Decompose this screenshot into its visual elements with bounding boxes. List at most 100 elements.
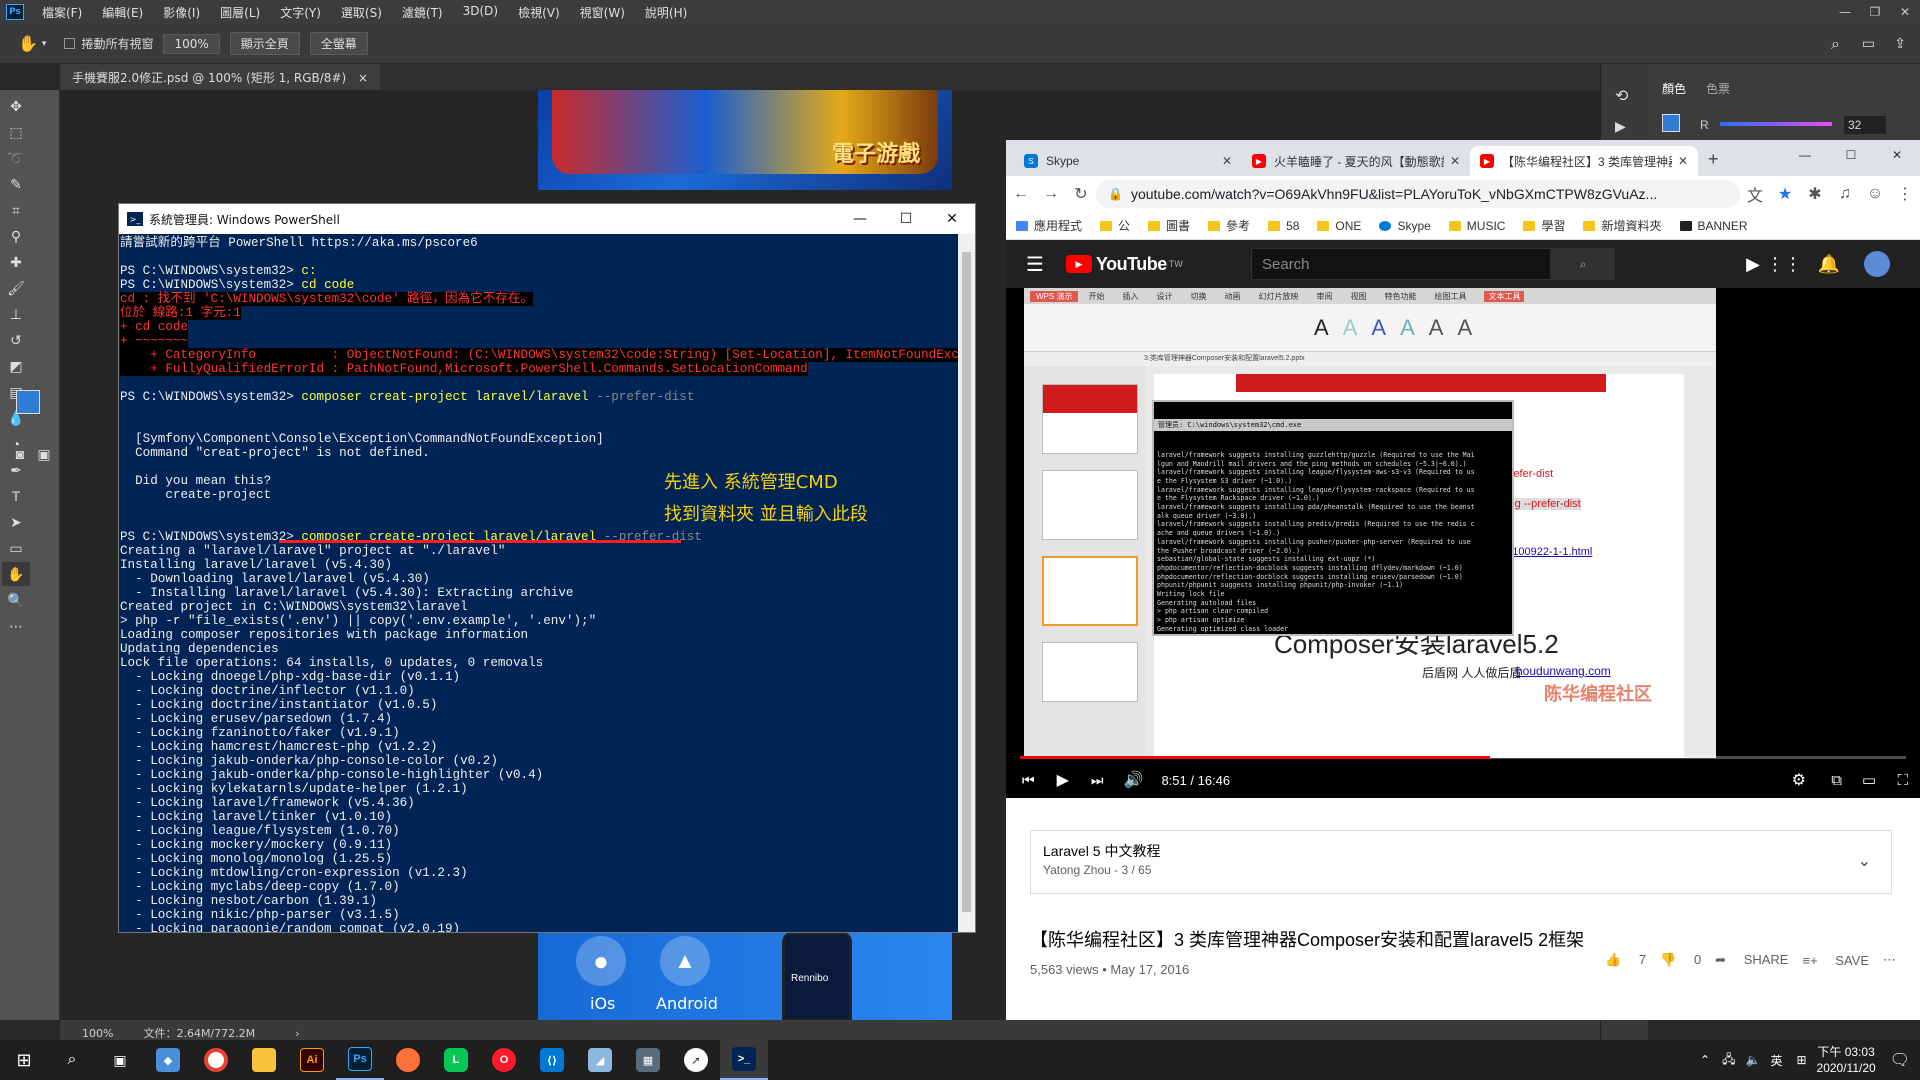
taskbar-app[interactable]: ◆ [144,1040,192,1080]
taskbar-vscode[interactable]: ⟨⟩ [528,1040,576,1080]
bookmark-item[interactable]: 58 [1268,219,1299,233]
volume-icon[interactable]: 🔈 [1745,1053,1760,1067]
bookmark-item[interactable]: 新增資料夾 [1583,217,1662,234]
close-icon[interactable]: ✕ [1874,140,1920,170]
minimize-icon[interactable]: — [1830,0,1860,24]
taskbar-illustrator[interactable]: Ai [288,1040,336,1080]
type-tool-icon[interactable]: T [2,484,30,508]
menu-item[interactable]: 編輯(E) [92,4,153,21]
ime-indicator[interactable]: 英 [1770,1052,1782,1069]
zoom-tool-icon[interactable]: 🔍 [2,588,30,612]
chevron-up-icon[interactable]: ⌃ [1700,1053,1710,1067]
media-icon[interactable]: ♫ [1830,185,1860,203]
taskbar-safari[interactable]: ➚ [672,1040,720,1080]
menu-item[interactable]: 檔案(F) [32,4,92,21]
new-tab-button[interactable]: + [1708,149,1719,170]
powershell-console[interactable]: 請嘗試新的跨平台 PowerShell https://aka.ms/pscor… [119,234,959,932]
play-icon[interactable]: ▶ [1057,770,1069,790]
save-button[interactable]: ≡+ SAVE [1802,953,1869,968]
chevron-down-icon[interactable]: ▾ [42,39,47,49]
start-button[interactable]: ⊞ [0,1040,48,1080]
forward-icon[interactable]: → [1036,185,1066,203]
shape-tool-icon[interactable]: ▭ [2,536,30,560]
lock-icon[interactable]: 🔒 [1108,187,1123,201]
bookmark-item[interactable]: BANNER [1679,219,1748,233]
actions-panel-icon[interactable]: ▶ [1615,118,1626,135]
zoom-100-button[interactable]: 100% [163,33,220,54]
youtube-search-button[interactable]: ⌕ [1551,248,1615,280]
marquee-tool-icon[interactable]: ⬚ [2,120,30,144]
address-bar[interactable]: 🔒 youtube.com/watch?v=O69AkVhn9FU&list=P… [1096,180,1740,208]
history-brush-icon[interactable]: ↺ [2,328,30,352]
taskbar-line[interactable]: L [432,1040,480,1080]
extensions-icon[interactable]: ✱ [1800,184,1830,204]
youtube-search-input[interactable]: Search [1251,248,1551,280]
theater-mode-icon[interactable]: ▭ [1862,771,1876,789]
like-button[interactable]: 👍 7 [1605,952,1646,968]
close-icon[interactable]: ✕ [929,211,975,227]
bookmark-item[interactable]: MUSIC [1448,219,1505,233]
powershell-titlebar[interactable]: >_ 系統管理員: Windows PowerShell — ☐ ✕ [119,204,975,234]
more-tools-icon[interactable]: ⋯ [2,614,30,638]
foreground-color-swatch[interactable] [16,390,40,414]
hand-tool-icon[interactable]: ✋ [18,34,38,53]
browser-tab[interactable]: S Skype ✕ [1014,146,1242,176]
maximize-icon[interactable]: ☐ [883,211,929,227]
taskbar-calculator[interactable]: ▦ [624,1040,672,1080]
eraser-icon[interactable]: ◩ [2,354,30,378]
settings-gear-icon[interactable]: ⚙ [1792,770,1806,790]
photoshop-logo-icon[interactable]: Ps [6,4,24,20]
taskbar-app[interactable]: ◢ [576,1040,624,1080]
scroll-all-checkbox[interactable] [64,38,76,49]
translate-icon[interactable]: 文 [1740,182,1770,206]
menu-item[interactable]: 選取(S) [331,4,392,21]
bookmark-item[interactable]: 學習 [1523,217,1565,234]
apps-grid-icon[interactable]: ⋮⋮ [1766,254,1802,275]
fit-screen-button[interactable]: 顯示全頁 [229,32,300,55]
restore-icon[interactable]: ❐ [1860,0,1890,24]
chevron-down-icon[interactable]: ⌄ [1858,851,1871,871]
clock[interactable]: 下午 03:03 2020/11/20 [1817,1044,1876,1076]
tab-close-icon[interactable]: ✕ [1678,154,1688,168]
video-player[interactable]: WPS 演示 开始 插入 设计 切换 动画 幻灯片放映 审阅 视图 特色功能 绘图工具 文本工具 A… [1006,288,1920,798]
menu-item[interactable]: 影像(I) [153,4,210,21]
healing-icon[interactable]: ✚ [2,250,30,274]
chevron-right-icon[interactable]: › [295,1027,299,1040]
taskbar-chrome[interactable] [192,1040,240,1080]
minimize-icon[interactable]: — [1782,140,1828,170]
close-icon[interactable]: × [358,71,368,85]
task-view-button[interactable]: ▣ [96,1040,144,1080]
profile-icon[interactable]: ☺ [1860,185,1890,203]
powershell-scrollbar[interactable] [958,234,975,932]
menu-item[interactable]: 圖層(L) [210,4,270,21]
maximize-icon[interactable]: ☐ [1828,140,1874,170]
menu-item[interactable]: 檢視(V) [508,4,570,21]
eyedropper-icon[interactable]: ⚲ [2,224,30,248]
fullscreen-icon[interactable]: ⛶ [1897,772,1908,789]
avatar[interactable] [1864,251,1890,277]
tab-close-icon[interactable]: ✕ [1450,154,1460,168]
bookmark-item[interactable]: ONE [1317,219,1361,233]
back-icon[interactable]: ← [1006,185,1036,203]
r-channel-slider[interactable] [1720,122,1832,126]
taskbar-explorer[interactable] [240,1040,288,1080]
search-icon[interactable]: ⌕ [1831,34,1840,54]
more-actions-icon[interactable]: ⋯ [1883,952,1896,968]
move-tool-icon[interactable]: ✥ [2,94,30,118]
fill-screen-button[interactable]: 全螢幕 [309,32,368,55]
miniplayer-icon[interactable]: ⧉ [1831,772,1842,789]
scroll-thumb[interactable] [962,252,971,912]
bookmark-item[interactable]: Skype [1379,219,1431,233]
bookmark-item[interactable]: 應用程式 [1016,217,1082,234]
menu-item[interactable]: 3D(D) [453,4,508,21]
quick-select-icon[interactable]: ✎ [2,172,30,196]
create-video-icon[interactable]: ▶ [1746,254,1760,275]
r-channel-value[interactable]: 32 [1844,116,1886,134]
menu-item[interactable]: 濾鏡(T) [392,4,453,21]
reload-icon[interactable]: ↻ [1066,184,1096,204]
bookmark-item[interactable]: 參考 [1208,217,1250,234]
previous-icon[interactable]: ⏮ [1022,772,1035,789]
ime-mode-icon[interactable]: ⊞ [1796,1053,1806,1067]
taskbar-firefox[interactable] [384,1040,432,1080]
hamburger-menu-icon[interactable]: ☰ [1026,252,1044,277]
